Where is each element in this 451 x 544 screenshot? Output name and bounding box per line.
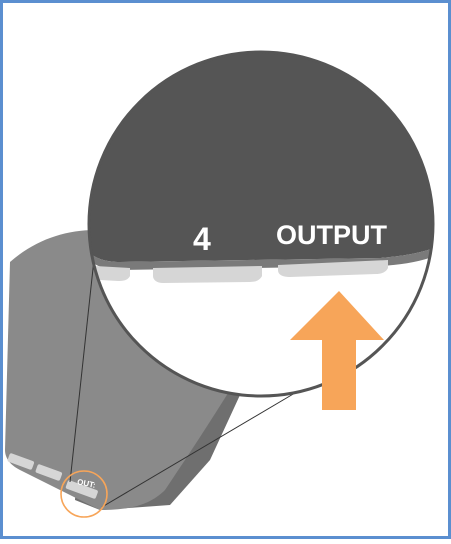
- zoom-port: [153, 266, 262, 283]
- illustration-svg: OUT: 4 OUTPUT: [0, 0, 451, 539]
- zoom-port: [95, 266, 130, 281]
- zoom-port-label: OUTPUT: [276, 220, 388, 250]
- illustration: OUT: 4 OUTPUT: [0, 0, 451, 539]
- zoom-port-number: 4: [193, 221, 211, 257]
